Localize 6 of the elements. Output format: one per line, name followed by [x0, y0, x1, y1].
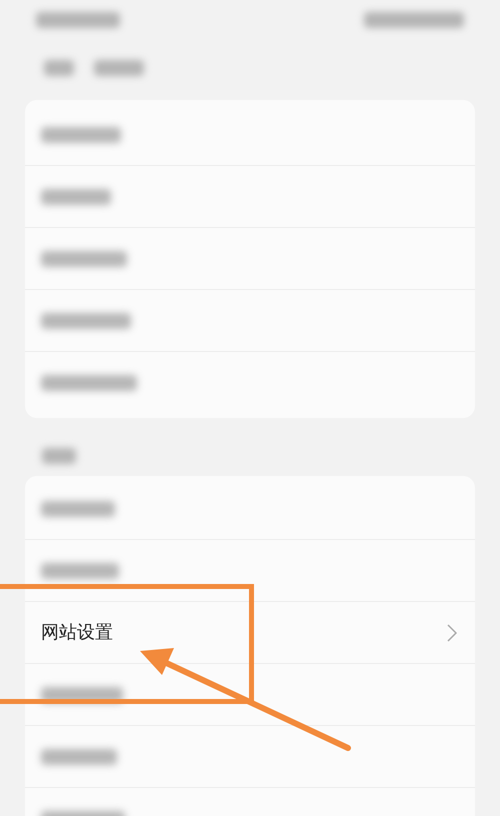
row-label: 网站设置	[41, 621, 113, 644]
blurred-label	[44, 60, 74, 76]
blurred-label	[94, 60, 144, 76]
chevron-right-icon	[447, 624, 457, 642]
blurred-label	[42, 448, 76, 464]
blurred-label	[41, 188, 111, 204]
